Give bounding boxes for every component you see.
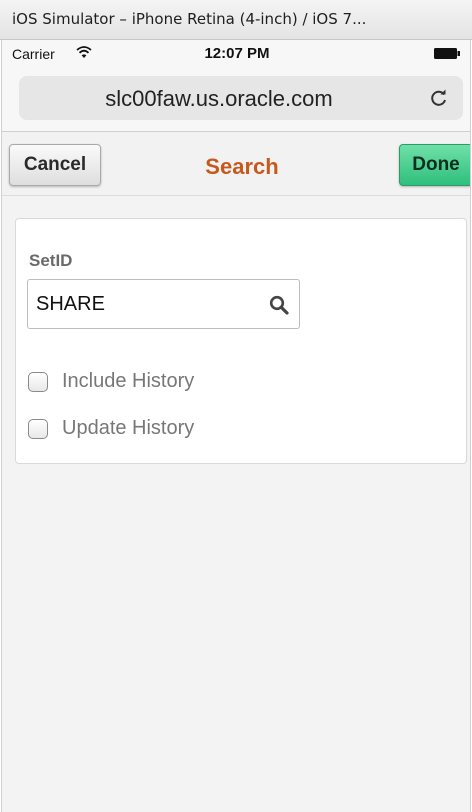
include-history-checkbox[interactable] — [28, 372, 48, 392]
browser-toolbar: slc00faw.us.oracle.com — [2, 66, 470, 132]
include-history-label[interactable]: Include History — [62, 370, 194, 393]
battery-icon — [434, 48, 460, 59]
setid-label: SetID — [29, 251, 73, 270]
address-bar[interactable]: slc00faw.us.oracle.com — [19, 76, 463, 120]
reload-icon[interactable] — [429, 88, 449, 108]
simulator-window: iOS Simulator – iPhone Retina (4-inch) /… — [0, 0, 472, 812]
window-title: iOS Simulator – iPhone Retina (4-inch) /… — [0, 0, 472, 40]
search-form: SetID SHARE Include History Update Histo… — [15, 218, 467, 464]
page-header: Cancel Search Done — [2, 132, 470, 196]
update-history-checkbox[interactable] — [28, 419, 48, 439]
setid-input[interactable]: SHARE — [27, 279, 300, 329]
status-bar: Carrier 12:07 PM — [2, 40, 470, 66]
page-title: Search — [205, 154, 279, 179]
url-text[interactable]: slc00faw.us.oracle.com — [19, 86, 419, 112]
cancel-button[interactable]: Cancel — [9, 144, 101, 186]
status-time: 12:07 PM — [204, 45, 270, 62]
search-icon[interactable] — [269, 295, 289, 315]
setid-value[interactable]: SHARE — [36, 293, 105, 316]
phone-screen: Carrier 12:07 PM slc00faw.us.oracle.com — [1, 40, 471, 812]
done-button[interactable]: Done — [399, 144, 470, 186]
update-history-label[interactable]: Update History — [62, 417, 194, 440]
